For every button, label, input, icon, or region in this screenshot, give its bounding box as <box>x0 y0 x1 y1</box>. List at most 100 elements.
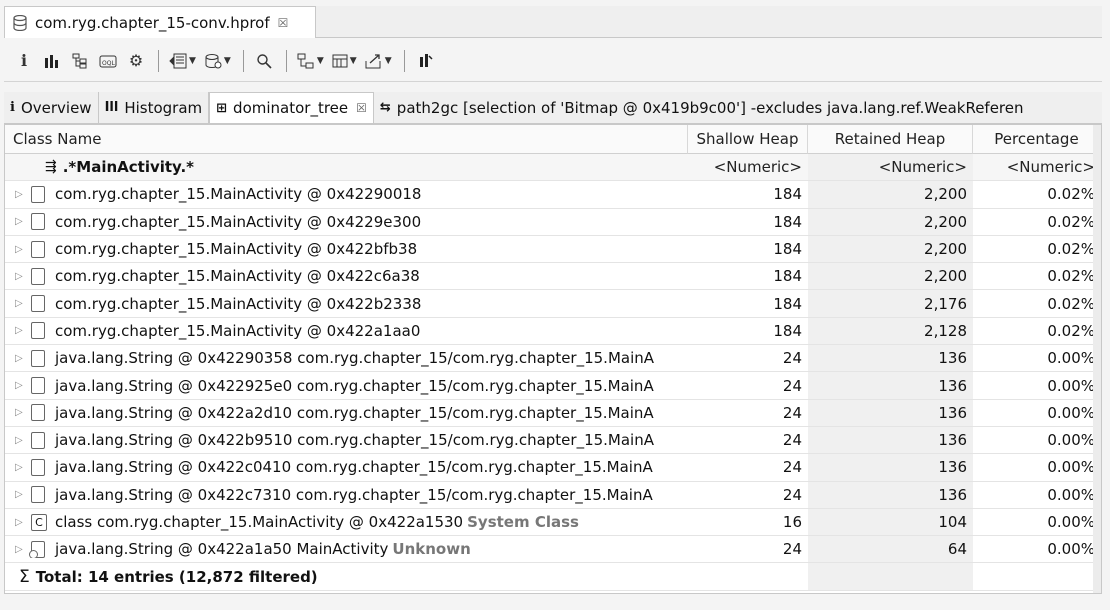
editor-tab-hprof[interactable]: com.ryg.chapter_15-conv.hprof ☒ <box>4 6 316 38</box>
filter-row[interactable]: ⇶ .*MainActivity.* <Numeric> <Numeric> <… <box>5 154 1101 182</box>
shallow-heap-cell: 24 <box>782 349 802 368</box>
class-name-text: java.lang.String @ 0x422a1a50 MainActivi… <box>55 540 389 559</box>
heap-dump-icon[interactable]: ▼ <box>204 48 231 74</box>
shallow-heap-cell: 184 <box>773 321 802 340</box>
shallow-heap-cell: 184 <box>773 185 802 204</box>
class-name-text: java.lang.String @ 0x422c7310 com.ryg.ch… <box>55 485 653 504</box>
expand-icon[interactable]: ▷ <box>15 298 31 309</box>
gc-root-object-icon <box>29 540 45 559</box>
chevron-down-icon[interactable]: ▼ <box>224 56 231 66</box>
shallow-heap-cell: 16 <box>782 513 802 531</box>
expand-icon[interactable]: ▷ <box>15 380 31 391</box>
database-icon <box>13 14 27 31</box>
retained-heap-cell: 104 <box>808 508 973 536</box>
filter-retained-input[interactable]: <Numeric> <box>808 154 973 181</box>
dominator-tree-icon[interactable] <box>70 48 90 74</box>
table-row[interactable]: ▷ com.ryg.chapter_15.MainActivity @ 0x422… <box>5 263 1101 291</box>
chevron-down-icon[interactable]: ▼ <box>317 56 324 66</box>
table-body: ⇶ .*MainActivity.* <Numeric> <Numeric> <… <box>5 154 1101 591</box>
retained-heap-cell: 2,200 <box>808 263 973 290</box>
tab-label: Overview <box>20 98 92 117</box>
toolbar: i OQL ⚙ ▼ ▼ ▼ ▼ ▼ <box>4 40 1102 82</box>
table-row[interactable]: ▷ com.ryg.chapter_15.MainActivity @ 0x422… <box>5 208 1101 236</box>
table-row[interactable]: ▷ java.lang.String @ 0x42290358 com.ryg.c… <box>5 345 1101 373</box>
gear-icon[interactable]: ⚙ <box>126 48 146 74</box>
tab-overview[interactable]: i Overview <box>4 92 99 123</box>
chevron-down-icon[interactable]: ▼ <box>385 56 392 66</box>
object-icon <box>31 240 45 258</box>
tab-histogram[interactable]: Ill Histogram <box>99 92 210 123</box>
expand-icon[interactable]: ▷ <box>15 244 31 255</box>
expand-icon[interactable]: ▷ <box>15 407 31 418</box>
expand-icon[interactable]: ▷ <box>15 517 31 528</box>
percentage-cell: 0.00% <box>1047 513 1095 531</box>
column-header-shallow-heap[interactable]: Shallow Heap <box>688 125 808 154</box>
close-icon[interactable]: ☒ <box>278 16 289 30</box>
export-icon[interactable]: ▼ <box>365 48 392 74</box>
retained-heap-cell: 136 <box>808 481 973 508</box>
table-row[interactable]: ▷ java.lang.String @ 0x422a1a50 MainActiv… <box>5 536 1101 564</box>
expand-icon[interactable]: ▷ <box>15 189 31 200</box>
histogram-icon[interactable] <box>42 48 62 74</box>
info-icon: i <box>10 100 15 115</box>
percentage-cell: 0.00% <box>1047 458 1095 477</box>
expand-icon[interactable]: ▷ <box>15 216 31 227</box>
tab-dominator-tree[interactable]: ⊞ dominator_tree ☒ <box>209 92 374 123</box>
query-browser-icon[interactable]: ▼ <box>169 48 196 74</box>
close-icon[interactable]: ☒ <box>356 101 367 115</box>
shallow-heap-cell: 24 <box>782 540 802 559</box>
class-name-text: com.ryg.chapter_15.MainActivity @ 0x422c… <box>55 267 420 286</box>
object-icon <box>31 486 45 504</box>
class-name-cell: ▷ com.ryg.chapter_15.MainActivity @ 0x422… <box>5 322 688 340</box>
tab-label: path2gc [selection of 'Bitmap @ 0x419b9c… <box>396 98 1024 117</box>
class-name-text: com.ryg.chapter_15.MainActivity @ 0x422a… <box>55 321 421 340</box>
table-row[interactable]: ▷ java.lang.String @ 0x422a2d10 com.ryg.c… <box>5 399 1101 427</box>
editor-tab-title: com.ryg.chapter_15-conv.hprof <box>35 13 270 32</box>
expand-icon[interactable]: ▷ <box>15 325 31 336</box>
class-name-cell: ▷ java.lang.String @ 0x42290358 com.ryg.c… <box>5 349 688 367</box>
expand-icon[interactable]: ▷ <box>15 435 31 446</box>
oql-icon[interactable]: OQL <box>98 48 118 74</box>
class-name-text: com.ryg.chapter_15.MainActivity @ 0x4229… <box>55 212 422 231</box>
table-row[interactable]: ▷ java.lang.String @ 0x422925e0 com.ryg.c… <box>5 372 1101 400</box>
filter-shallow-input[interactable]: <Numeric> <box>688 158 808 176</box>
table-row[interactable]: ▷ com.ryg.chapter_15.MainActivity @ 0x422… <box>5 181 1101 209</box>
expand-icon[interactable]: ▷ <box>15 353 31 364</box>
retained-heap-cell: 136 <box>808 345 973 372</box>
class-name-text: java.lang.String @ 0x422b9510 com.ryg.ch… <box>55 431 654 450</box>
column-header-retained-heap[interactable]: Retained Heap <box>808 125 973 154</box>
table-row[interactable]: ▷ Cclass com.ryg.chapter_15.MainActivity … <box>5 508 1101 537</box>
table-row[interactable]: ▷ java.lang.String @ 0x422c7310 com.ryg.c… <box>5 481 1101 509</box>
table-row[interactable]: ▷ com.ryg.chapter_15.MainActivity @ 0x422… <box>5 317 1101 346</box>
column-header-percentage[interactable]: Percentage <box>973 125 1101 154</box>
overview-info-icon[interactable]: i <box>14 48 34 74</box>
retained-heap-cell: 136 <box>808 399 973 426</box>
vertical-scrollbar[interactable] <box>1093 125 1101 593</box>
chevron-down-icon[interactable]: ▼ <box>189 56 196 66</box>
class-name-text: java.lang.String @ 0x422c0410 com.ryg.ch… <box>55 458 653 477</box>
class-name-cell: ▷ com.ryg.chapter_15.MainActivity @ 0x422… <box>5 267 688 285</box>
calculator-icon[interactable]: ▼ <box>332 48 357 74</box>
shallow-heap-cell: 184 <box>773 212 802 231</box>
object-icon <box>31 377 45 395</box>
table-row[interactable]: ▷ java.lang.String @ 0x422c0410 com.ryg.c… <box>5 454 1101 482</box>
filter-name-input[interactable]: .*MainActivity.* <box>63 158 194 176</box>
empty-cell <box>808 563 973 590</box>
expand-icon[interactable]: ▷ <box>15 489 31 500</box>
pin-icon[interactable] <box>415 48 435 74</box>
retained-heap-cell: 136 <box>808 426 973 454</box>
tab-path2gc[interactable]: ⇆ path2gc [selection of 'Bitmap @ 0x419b… <box>374 92 1030 123</box>
percentage-cell: 0.00% <box>1047 485 1095 504</box>
filter-percentage-input[interactable]: <Numeric> <box>973 158 1101 176</box>
chevron-down-icon[interactable]: ▼ <box>350 56 357 66</box>
retained-heap-cell: 2,200 <box>808 181 973 208</box>
group-by-icon[interactable]: ▼ <box>297 48 324 74</box>
table-row[interactable]: ▷ com.ryg.chapter_15.MainActivity @ 0x422… <box>5 290 1101 318</box>
column-header-class-name[interactable]: Class Name <box>5 125 688 154</box>
search-icon[interactable] <box>254 48 274 74</box>
expand-icon[interactable]: ▷ <box>15 271 31 282</box>
table-row[interactable]: ▷ java.lang.String @ 0x422b9510 com.ryg.c… <box>5 426 1101 455</box>
table-row[interactable]: ▷ com.ryg.chapter_15.MainActivity @ 0x422… <box>5 235 1101 264</box>
tab-label: Histogram <box>124 98 203 117</box>
expand-icon[interactable]: ▷ <box>15 462 31 473</box>
